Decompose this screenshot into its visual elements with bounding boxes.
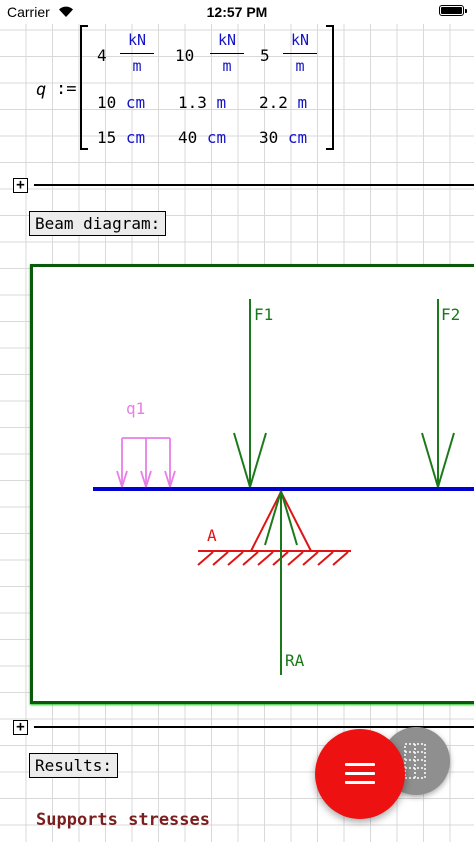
support-a (197, 489, 351, 566)
matrix-cell-r1c3: 5 (260, 46, 270, 65)
matrix-cell-r3c1: 15 cm (97, 128, 146, 147)
force-f2-label: F2 (441, 305, 460, 324)
beam-diagram-label[interactable]: Beam diagram: (29, 211, 167, 236)
variable-name: q (36, 80, 47, 100)
region-divider (34, 184, 474, 186)
force-f2-arrow (421, 299, 455, 488)
matrix-cell-r1c2: 10 (175, 46, 195, 65)
battery-icon (439, 5, 467, 16)
matrix-cell-r2c2: 1.3 m (178, 93, 227, 112)
matrix-cell-r2c1: 10 cm (97, 93, 146, 112)
support-a-label: A (207, 526, 217, 545)
region-toggle-button[interactable]: + (13, 720, 28, 735)
load-q1-label: q1 (126, 399, 145, 418)
grid-icon (404, 743, 426, 779)
unit-fraction: kN m (283, 31, 317, 75)
status-time: 12:57 PM (206, 4, 268, 20)
matrix-cell-r3c2: 40 cm (178, 128, 227, 147)
matrix-cell-r2c3: 2.2 m (259, 93, 308, 112)
status-bar: Carrier 12:57 PM (0, 0, 474, 24)
force-f1-label: F1 (254, 305, 273, 324)
menu-fab-button[interactable] (315, 729, 405, 819)
reaction-ra-label: RA (285, 651, 305, 670)
beam-diagram-frame[interactable]: F1 F2 q1 A RA (30, 264, 474, 704)
menu-icon (345, 762, 375, 786)
matrix-cell-r1c1: 4 (97, 46, 107, 65)
results-label[interactable]: Results: (29, 753, 119, 778)
beam-diagram: F1 F2 q1 A RA (93, 299, 474, 675)
supports-stresses-heading: Supports stresses (36, 810, 210, 830)
matrix-cell-r3c3: 30 cm (259, 128, 308, 147)
force-f1-arrow (233, 299, 267, 488)
unit-fraction: kN m (120, 31, 154, 75)
assign-operator: := (56, 79, 77, 99)
matrix-bracket-right (326, 25, 334, 150)
region-toggle-button[interactable]: + (13, 178, 28, 193)
unit-fraction: kN m (210, 31, 244, 75)
matrix-bracket-left (80, 25, 88, 150)
reaction-ra-arrow (264, 490, 298, 675)
distributed-load-q1 (116, 437, 176, 488)
